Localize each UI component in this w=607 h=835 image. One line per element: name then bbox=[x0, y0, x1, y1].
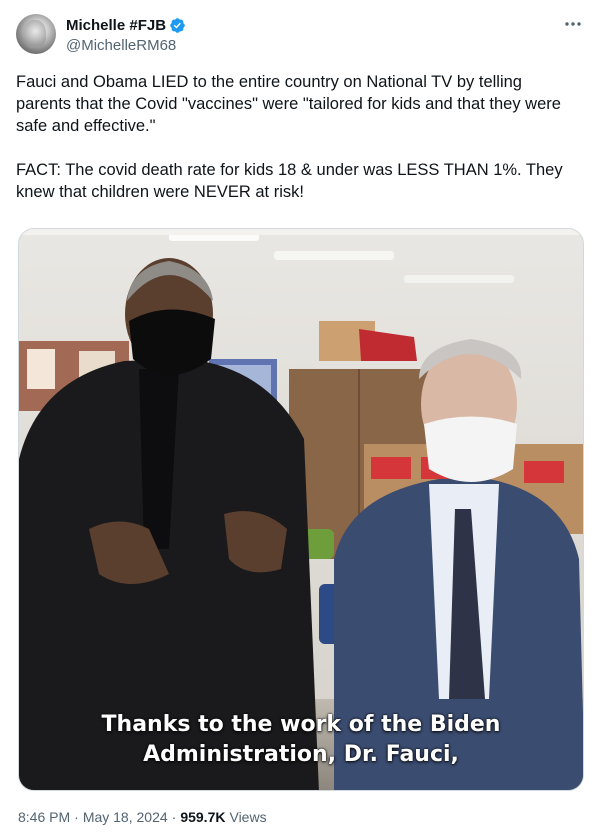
display-name[interactable]: Michelle #FJB bbox=[66, 17, 166, 34]
ceiling-light bbox=[274, 251, 394, 260]
post-date[interactable]: May 18, 2024 bbox=[83, 809, 168, 825]
views-count[interactable]: 959.7K bbox=[180, 809, 225, 825]
name-row: Michelle #FJB bbox=[66, 15, 186, 35]
ceiling-light bbox=[404, 275, 514, 283]
video-caption: Thanks to the work of the Biden Administ… bbox=[19, 710, 583, 770]
user-info: Michelle #FJB @MichelleRM68 bbox=[66, 15, 186, 54]
more-options-icon[interactable] bbox=[563, 16, 583, 32]
video-caption-line-1: Thanks to the work of the Biden bbox=[101, 712, 501, 737]
tweet-meta: 8:46 PM · May 18, 2024 · 959.7K Views bbox=[18, 809, 267, 825]
user-handle[interactable]: @MichelleRM68 bbox=[66, 37, 186, 54]
verified-badge-icon bbox=[169, 17, 186, 34]
video-media[interactable]: Thanks to the work of the Biden Administ… bbox=[18, 228, 584, 791]
meta-separator: · bbox=[171, 809, 177, 825]
tweet-paragraph-2: FACT: The covid death rate for kids 18 &… bbox=[16, 161, 563, 201]
avatar[interactable] bbox=[16, 14, 56, 54]
video-caption-line-2: Administration, Dr. Fauci, bbox=[143, 742, 459, 767]
video-frame-illustration bbox=[19, 229, 583, 790]
views-label: Views bbox=[229, 809, 267, 825]
white-mask bbox=[424, 416, 517, 482]
post-time[interactable]: 8:46 PM bbox=[18, 809, 70, 825]
tweet-paragraph-1: Fauci and Obama LIED to the entire count… bbox=[16, 73, 561, 135]
tweet-header: Michelle #FJB @MichelleRM68 bbox=[16, 12, 591, 58]
meta-separator: · bbox=[74, 809, 79, 825]
tweet-text: Fauci and Obama LIED to the entire count… bbox=[16, 71, 576, 203]
